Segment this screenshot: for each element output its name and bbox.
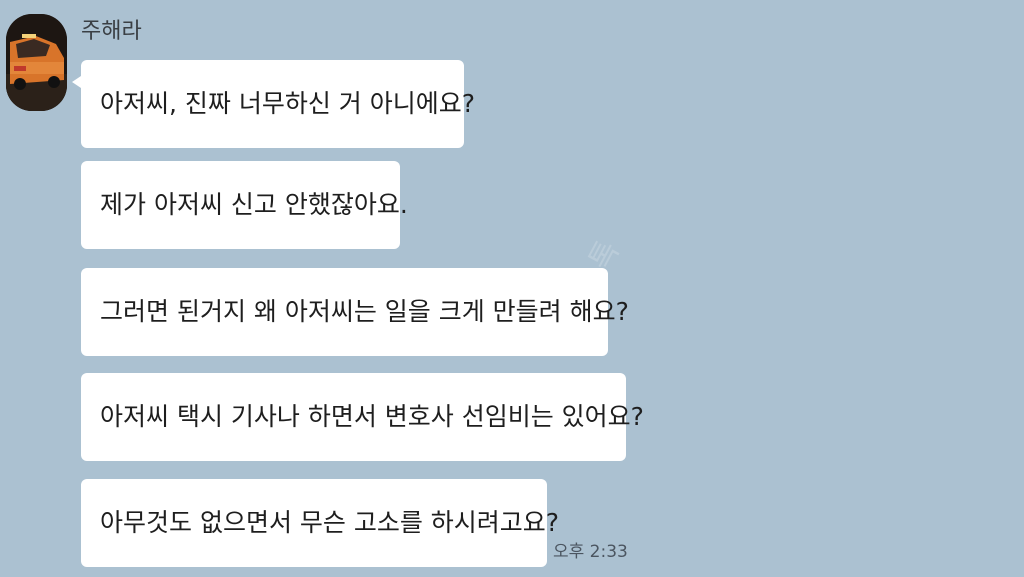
message-bubble[interactable]: 아저씨, 진짜 너무하신 거 아니에요? [72, 60, 475, 148]
message-bubble[interactable]: 제가 아저씨 신고 안했잖아요. [81, 161, 408, 249]
sender-name: 주해라 [81, 19, 142, 44]
message-text: 아저씨 택시 기사나 하면서 변호사 선임비는 있어요? [100, 402, 644, 431]
message-bubble[interactable]: 아저씨 택시 기사나 하면서 변호사 선임비는 있어요? [81, 373, 644, 461]
message-text: 그러면 된거지 왜 아저씨는 일을 크게 만들려 해요? [100, 297, 629, 326]
chat-area: 주해라 아저씨, 진짜 너무하신 거 아니에요? 제가 아저씨 신고 안했잖아요… [0, 0, 1024, 577]
message-bubble[interactable]: 그러면 된거지 왜 아저씨는 일을 크게 만들려 해요? [81, 268, 629, 356]
taxi-photo-avatar-icon [6, 14, 67, 111]
message-text: 아무것도 없으면서 무슨 고소를 하시려고요? [100, 508, 560, 537]
message-bubble[interactable]: 아무것도 없으면서 무슨 고소를 하시려고요? [81, 479, 559, 567]
message-text: 아저씨, 진짜 너무하신 거 아니에요? [100, 89, 476, 118]
sender-avatar[interactable] [6, 14, 67, 111]
message-timestamp: 오후 2:33 [553, 542, 628, 562]
message-text: 제가 아저씨 신고 안했잖아요. [100, 190, 408, 219]
